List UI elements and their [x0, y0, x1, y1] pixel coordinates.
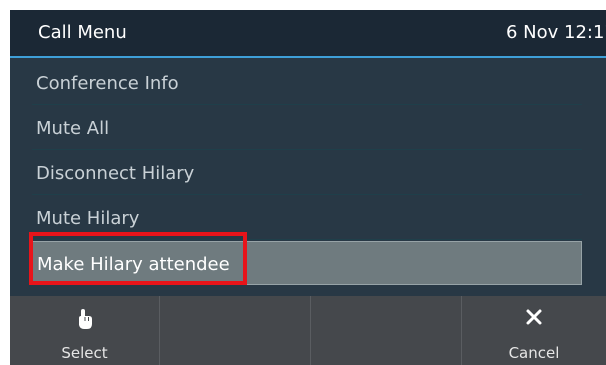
menu-item-mute-all[interactable]: Mute All	[32, 106, 582, 150]
softkey-label: Select	[61, 344, 108, 362]
close-icon	[462, 308, 606, 330]
softkey-2[interactable]	[160, 296, 311, 365]
menu-item-label: Conference Info	[36, 73, 179, 94]
page-title: Call Menu	[38, 22, 127, 43]
select-softkey[interactable]: Select	[10, 296, 160, 365]
header-bar: Call Menu 6 Nov 12:17	[10, 10, 606, 58]
softkey-3[interactable]	[311, 296, 462, 365]
date-time: 6 Nov 12:17	[506, 22, 606, 43]
softkey-label: Cancel	[508, 344, 560, 362]
menu-item-label: Mute All	[36, 118, 110, 139]
softkey-bar: Select Cancel	[10, 296, 606, 365]
menu-item-disconnect-hilary[interactable]: Disconnect Hilary	[32, 151, 582, 195]
hand-pointer-icon	[10, 308, 159, 334]
menu-item-label: Mute Hilary	[36, 208, 140, 229]
highlight-annotation	[29, 232, 247, 285]
menu-item-conference-info[interactable]: Conference Info	[32, 61, 582, 105]
phone-screen: Call Menu 6 Nov 12:17 Conference Info Mu…	[10, 10, 606, 365]
cancel-softkey[interactable]: Cancel	[462, 296, 606, 365]
menu-item-label: Disconnect Hilary	[36, 163, 195, 184]
